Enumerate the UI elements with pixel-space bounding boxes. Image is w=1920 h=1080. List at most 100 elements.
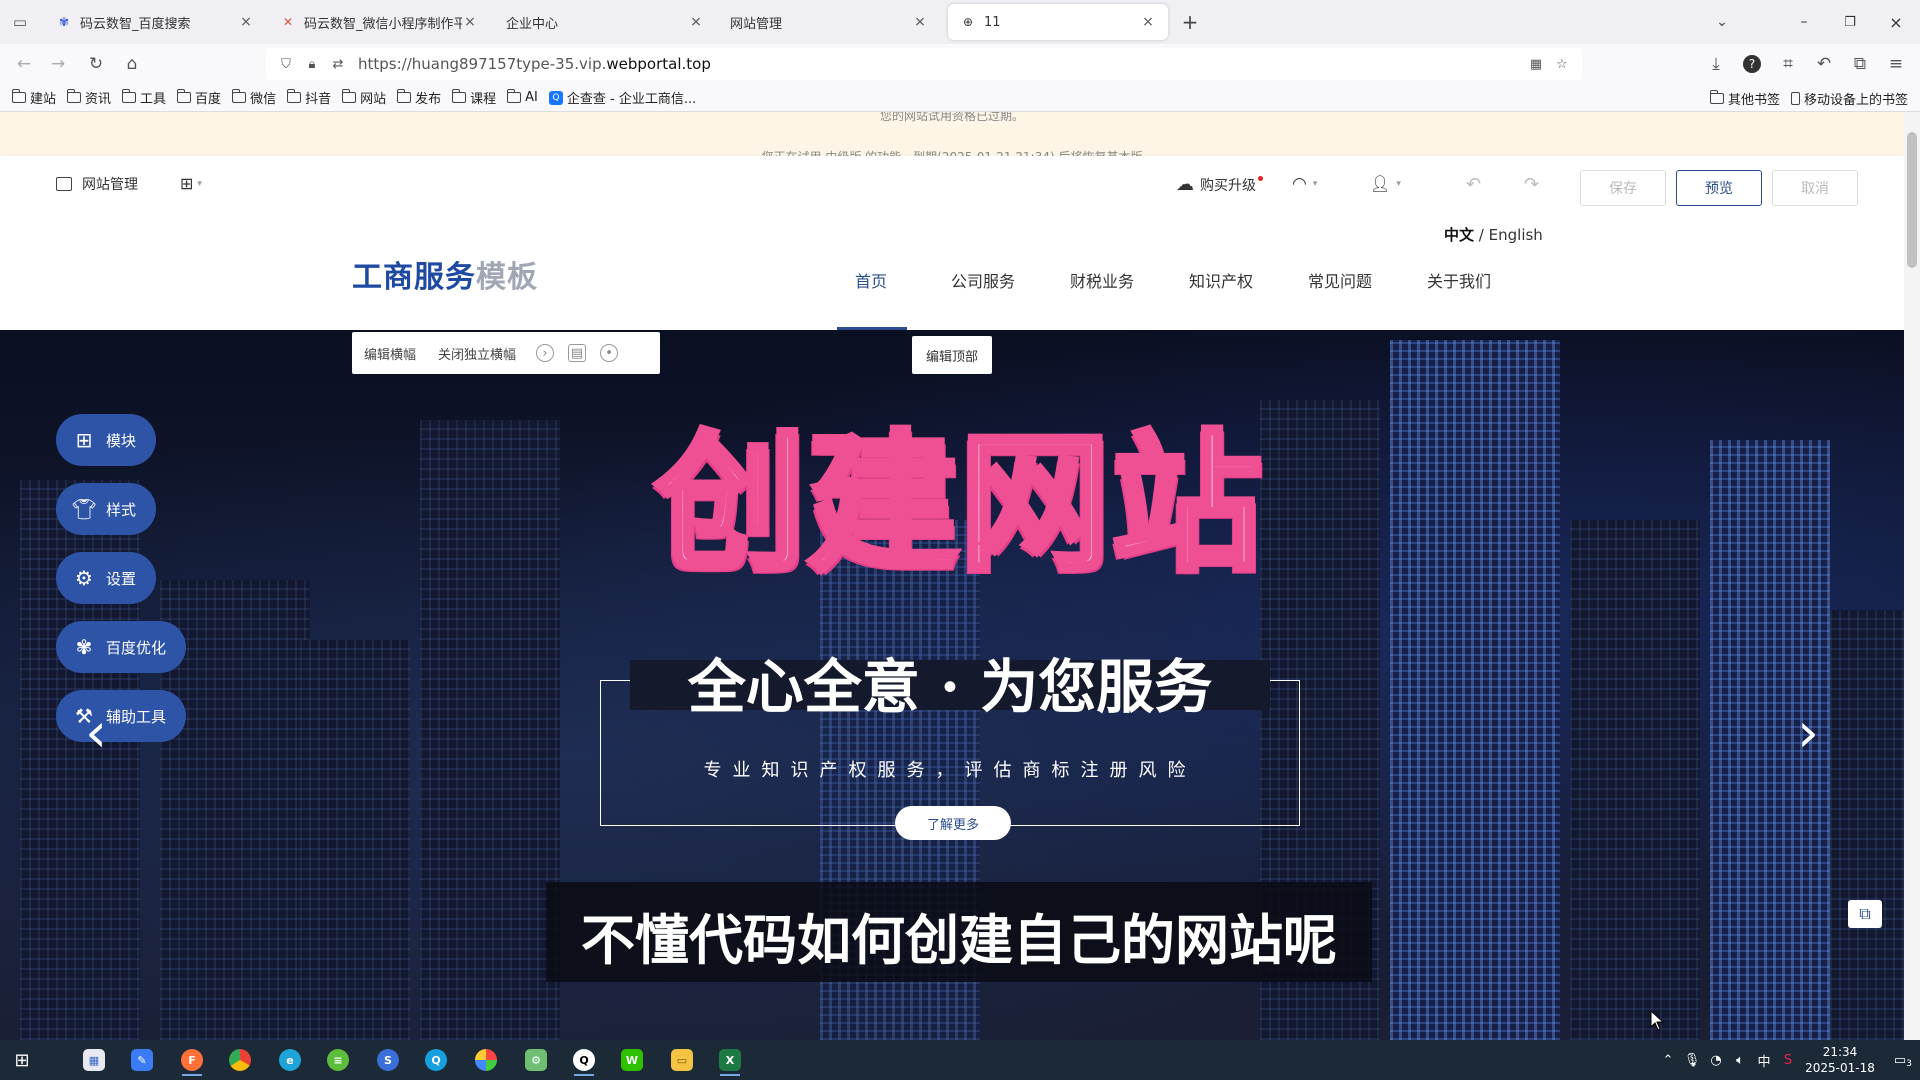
layers-icon[interactable]: ▤	[568, 344, 587, 362]
preview-button[interactable]: 预览	[1676, 170, 1762, 206]
site-manage-button[interactable]: 网站管理	[56, 174, 138, 194]
edit-banner-button[interactable]: 编辑横幅	[364, 344, 416, 363]
restore-button[interactable]: ❐	[1836, 10, 1864, 34]
buy-upgrade-button[interactable]: ☁ 购买升级	[1176, 174, 1263, 195]
nav-home[interactable]: 首页	[855, 268, 887, 292]
learn-more-button[interactable]: 了解更多	[895, 806, 1011, 840]
taskbar-app-search[interactable]: Q	[418, 1044, 454, 1076]
lang-chinese[interactable]: 中文	[1444, 226, 1474, 244]
tab-enterprise-center[interactable]: 企业中心 ×	[494, 4, 716, 40]
tab-baidu-search[interactable]: ✾ 码云数智_百度搜索 ×	[44, 4, 266, 40]
bookmark-folder[interactable]: 抖音	[286, 88, 331, 107]
close-icon[interactable]: ×	[462, 14, 478, 30]
nav-intellectual-property[interactable]: 知识产权	[1189, 268, 1253, 292]
taskbar-app-explorer[interactable]: ▭	[664, 1044, 700, 1076]
help-icon[interactable]: ?	[1740, 52, 1764, 76]
tab-11-active[interactable]: ⊕ 11 ×	[948, 4, 1168, 40]
taskbar-app-settings[interactable]: ⚙	[518, 1044, 554, 1076]
page-scrollbar[interactable]	[1904, 112, 1920, 1040]
forward-button[interactable]: →	[46, 52, 70, 76]
side-button-settings[interactable]: ⚙ 设置	[56, 552, 156, 604]
support-menu-button[interactable]: ◠ ▾	[1292, 174, 1317, 194]
bookmark-folder[interactable]: 网站	[341, 88, 386, 107]
taskbar-app-wechat[interactable]: W	[614, 1044, 650, 1076]
site-logo[interactable]: 工商服务模板	[352, 252, 538, 296]
new-tab-button[interactable]: +	[1178, 10, 1202, 34]
download-icon[interactable]: ⤓	[1704, 52, 1728, 76]
scrollbar-thumb[interactable]	[1907, 132, 1917, 268]
bookmark-other[interactable]: 其他书签	[1709, 89, 1780, 108]
taskbar-app-colorful[interactable]	[468, 1044, 504, 1076]
taskbar-app-sogou[interactable]: S	[370, 1044, 406, 1076]
carousel-next-arrow[interactable]: ›	[1788, 701, 1828, 764]
bookmark-folder[interactable]: 建站	[11, 88, 56, 107]
undo-icon[interactable]: ↶	[1812, 52, 1836, 76]
edit-top-button[interactable]: 编辑顶部	[912, 336, 992, 374]
menu-icon[interactable]: ≡	[1884, 52, 1908, 76]
notification-center-icon[interactable]: ▭ 3	[1880, 1053, 1920, 1069]
nav-company-services[interactable]: 公司服务	[951, 268, 1015, 292]
side-button-style[interactable]: 👕︎ 样式	[56, 483, 156, 535]
nav-faq[interactable]: 常见问题	[1308, 268, 1372, 292]
bookmark-mobile[interactable]: 移动设备上的书签	[1790, 89, 1908, 108]
lang-english[interactable]: English	[1489, 226, 1543, 244]
side-button-baidu-seo[interactable]: ✾ 百度优化	[56, 621, 186, 673]
undo-button[interactable]: ↶	[1466, 174, 1481, 195]
taskbar-app-green[interactable]: ≡	[320, 1044, 356, 1076]
close-icon[interactable]: ×	[688, 14, 704, 30]
volume-icon[interactable]: 🔈︎	[1728, 1053, 1752, 1068]
bookmark-folder[interactable]: 工具	[121, 88, 166, 107]
url-text[interactable]: https://huang897157type-35.vip.webportal…	[358, 55, 711, 73]
nav-about-us[interactable]: 关于我们	[1427, 268, 1491, 292]
bookmark-folder[interactable]: 资讯	[66, 88, 111, 107]
home-button[interactable]: ⌂	[120, 52, 144, 76]
eye-icon[interactable]: •	[600, 344, 619, 362]
bookmark-folder[interactable]: 微信	[231, 88, 276, 107]
shield-icon[interactable]: ⛉	[276, 54, 296, 74]
sogou-ime-icon[interactable]: S	[1776, 1053, 1800, 1068]
extensions-icon[interactable]: ⧉	[1848, 52, 1872, 76]
close-icon[interactable]: ×	[1140, 14, 1156, 30]
ime-indicator[interactable]: 中	[1752, 1051, 1776, 1070]
tab-overview-icon[interactable]: ▭	[10, 12, 30, 32]
qr-code-icon[interactable]: ▦	[1526, 54, 1546, 74]
bookmark-folder[interactable]: 课程	[451, 88, 496, 107]
reload-button[interactable]: ↻	[84, 52, 108, 76]
apps-menu-button[interactable]: ⊞ ▾	[180, 174, 202, 193]
crop-icon[interactable]: ⌗	[1776, 52, 1800, 76]
taskbar-app-gallery[interactable]: ▦	[76, 1044, 112, 1076]
close-window-button[interactable]: ×	[1882, 10, 1910, 34]
bookmark-folder[interactable]: AI	[506, 89, 538, 105]
save-button[interactable]: 保存	[1580, 170, 1666, 206]
play-icon[interactable]: ›	[536, 344, 555, 362]
system-clock[interactable]: 21:34 2025-01-18	[1800, 1044, 1880, 1076]
taskbar-app-chrome[interactable]	[222, 1044, 258, 1076]
chevron-up-icon[interactable]: ⌃	[1656, 1053, 1680, 1068]
permissions-icon[interactable]: ⇄	[328, 54, 348, 74]
redo-button[interactable]: ↷	[1524, 174, 1539, 195]
screen-share-icon[interactable]: ⧉	[1848, 900, 1882, 928]
lock-icon[interactable]: 🔒︎	[302, 54, 322, 74]
tab-list-chevron-icon[interactable]: ⌄	[1710, 10, 1734, 34]
close-icon[interactable]: ×	[912, 14, 928, 30]
start-button[interactable]: ⊞	[4, 1044, 40, 1076]
cancel-button[interactable]: 取消	[1772, 170, 1858, 206]
bookmark-folder[interactable]: 发布	[396, 88, 441, 107]
taskbar-app-qq[interactable]: Q	[566, 1044, 602, 1076]
minimize-button[interactable]: –	[1790, 10, 1818, 34]
tab-site-manage[interactable]: 网站管理 ×	[718, 4, 940, 40]
taskbar-app-firefox[interactable]: F	[174, 1044, 210, 1076]
bookmark-folder[interactable]: 百度	[176, 88, 221, 107]
side-button-modules[interactable]: ⊞ 模块	[56, 414, 156, 466]
taskbar-app-excel[interactable]: X	[712, 1044, 748, 1076]
address-bar[interactable]: ⛉ 🔒︎ ⇄ https://huang897157type-35.vip.we…	[266, 48, 1582, 80]
taskbar-app-edge[interactable]: e	[272, 1044, 308, 1076]
bookmark-qichacha[interactable]: Q 企查查 - 企业工商信...	[548, 88, 696, 107]
taskbar-app-notes[interactable]: ✎	[124, 1044, 160, 1076]
close-icon[interactable]: ×	[238, 14, 254, 30]
tab-miniprogram[interactable]: ✕ 码云数智_微信小程序制作平台_ ×	[268, 4, 490, 40]
nav-tax-business[interactable]: 财税业务	[1070, 268, 1134, 292]
close-independent-banner-button[interactable]: 关闭独立横幅	[438, 344, 516, 363]
microphone-icon[interactable]: 🎙︎	[1680, 1053, 1704, 1068]
carousel-prev-arrow[interactable]: ‹	[76, 701, 116, 764]
